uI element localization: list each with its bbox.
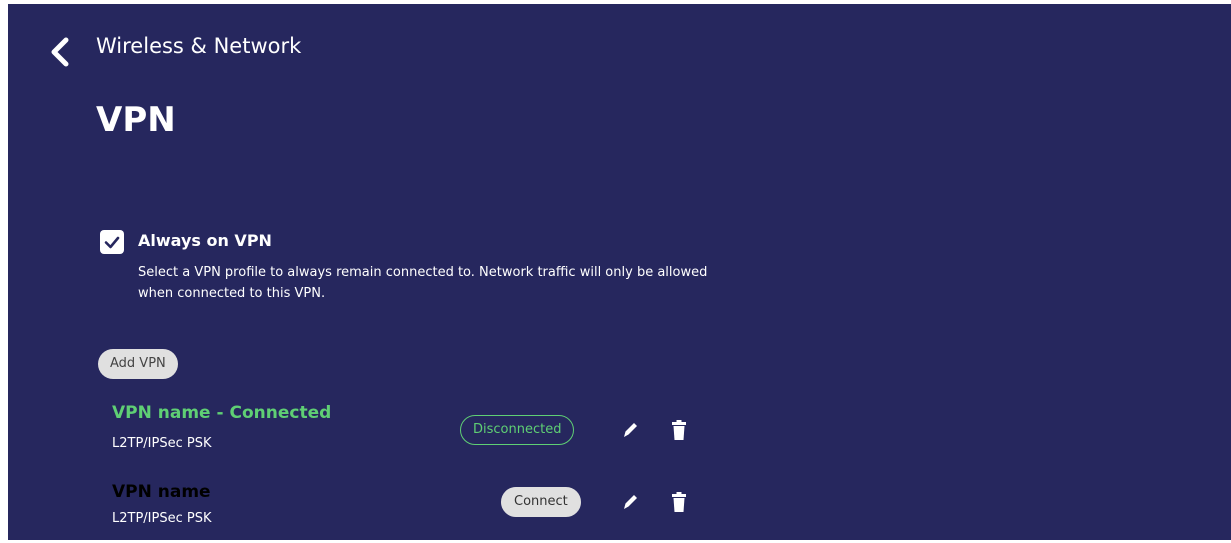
disconnect-button[interactable]: Disconnected — [460, 415, 575, 445]
always-on-vpn-description: Select a VPN profile to always remain co… — [138, 265, 708, 301]
connect-button[interactable]: Connect — [501, 487, 581, 517]
pencil-icon — [624, 423, 637, 437]
delete-vpn-button[interactable] — [666, 417, 692, 443]
vpn-type-connected: L2TP/IPSec PSK — [112, 436, 212, 451]
always-on-vpn-checkbox[interactable] — [100, 230, 124, 254]
settings-screen: Wireless & Network VPN Always on VPN Sel… — [8, 4, 1231, 540]
trash-icon — [672, 492, 686, 512]
edit-vpn-button[interactable] — [617, 489, 643, 515]
trash-icon — [672, 420, 686, 440]
vpn-name-connected: VPN name - Connected — [112, 403, 332, 423]
always-on-vpn-label: Always on VPN — [138, 231, 272, 250]
vpn-name: VPN name — [112, 482, 211, 502]
checkmark-icon — [104, 236, 120, 249]
delete-vpn-button[interactable] — [666, 489, 692, 515]
chevron-left-icon — [51, 37, 69, 67]
vpn-type: L2TP/IPSec PSK — [112, 511, 212, 526]
edit-vpn-button[interactable] — [617, 417, 643, 443]
breadcrumb: Wireless & Network — [96, 34, 302, 58]
back-button[interactable] — [42, 32, 78, 72]
add-vpn-button[interactable]: Add VPN — [98, 349, 178, 379]
pencil-icon — [624, 495, 637, 509]
page-title: VPN — [96, 100, 176, 140]
